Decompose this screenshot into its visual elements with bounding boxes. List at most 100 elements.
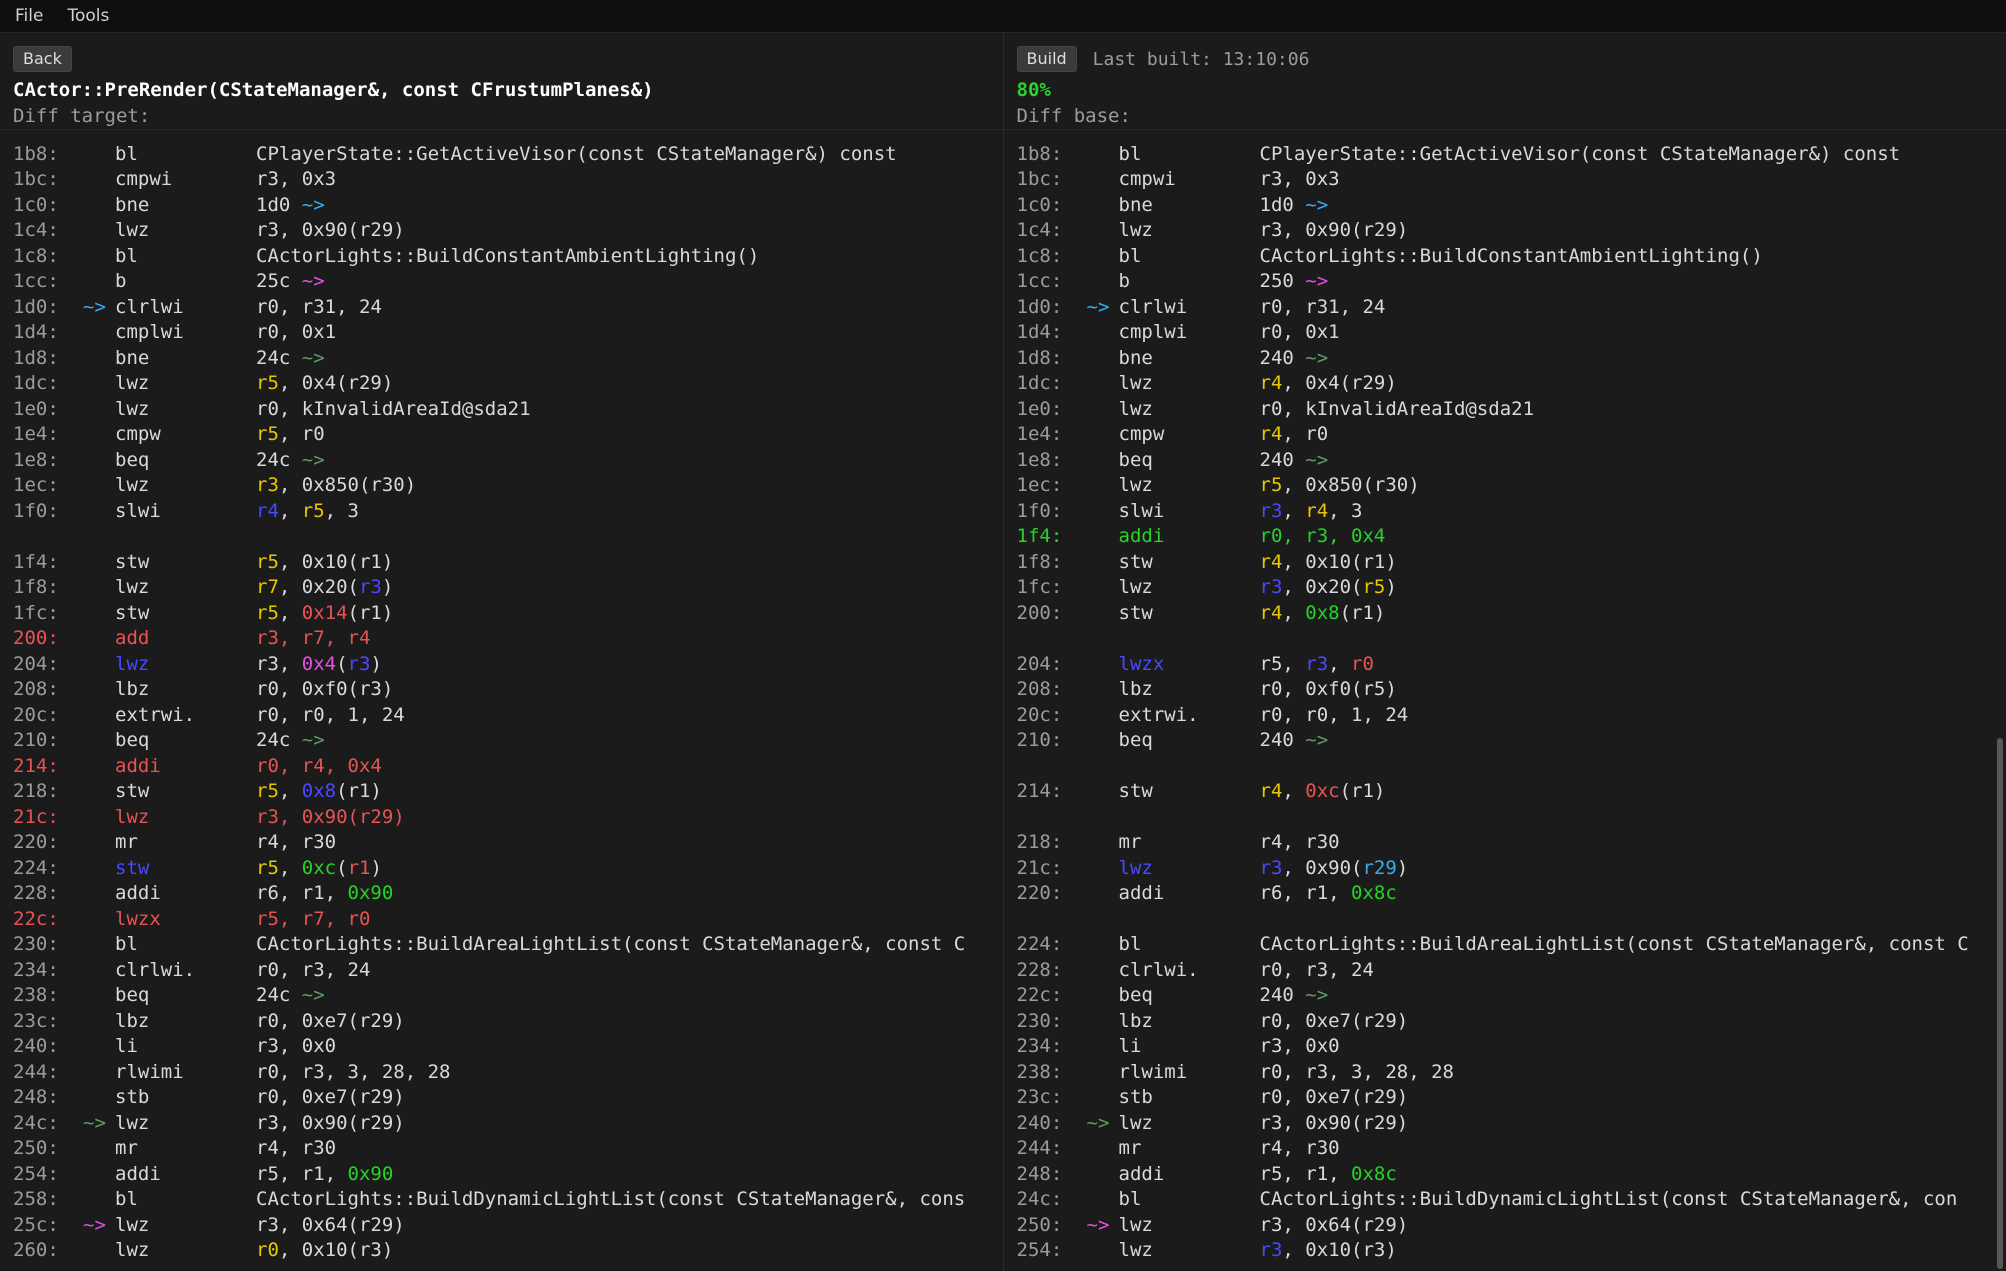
- asm-row[interactable]: 228:clrlwi.r0, r3, 24: [1017, 957, 2006, 983]
- asm-row[interactable]: 1ec:lwzr3, 0x850(r30): [13, 473, 1003, 499]
- build-button[interactable]: Build: [1017, 46, 1077, 72]
- asm-row[interactable]: 1f0:slwir3, r4, 3: [1017, 498, 2006, 524]
- asm-row[interactable]: 1e8:beq24c ~>: [13, 447, 1003, 473]
- asm-row[interactable]: 1dc:lwzr5, 0x4(r29): [13, 371, 1003, 397]
- asm-mnemonic: addi: [1119, 882, 1260, 904]
- asm-address: 1bc:: [13, 168, 83, 190]
- asm-row[interactable]: 1e4:cmpwr4, r0: [1017, 422, 2006, 448]
- asm-row[interactable]: 238:rlwimir0, r3, 3, 28, 28: [1017, 1059, 2006, 1085]
- asm-row[interactable]: 24c:~>lwzr3, 0x90(r29): [13, 1110, 1003, 1136]
- asm-row[interactable]: 224:blCActorLights::BuildAreaLightList(c…: [1017, 932, 2006, 958]
- asm-row[interactable]: 20c:extrwi.r0, r0, 1, 24: [1017, 702, 2006, 728]
- asm-row[interactable]: 1bc:cmpwir3, 0x3: [13, 167, 1003, 193]
- asm-row[interactable]: 250:mrr4, r30: [13, 1136, 1003, 1162]
- asm-row[interactable]: 244:rlwimir0, r3, 3, 28, 28: [13, 1059, 1003, 1085]
- asm-row[interactable]: 228:addir6, r1, 0x90: [13, 881, 1003, 907]
- asm-operand-token: r4: [1260, 780, 1283, 802]
- asm-row[interactable]: 200:addr3, r7, r4: [13, 626, 1003, 652]
- asm-row[interactable]: 1f8:lwzr7, 0x20(r3): [13, 575, 1003, 601]
- asm-row[interactable]: 234:lir3, 0x0: [1017, 1034, 2006, 1060]
- asm-row[interactable]: 1d0:~>clrlwir0, r31, 24: [13, 294, 1003, 320]
- asm-row[interactable]: 244:mrr4, r30: [1017, 1136, 2006, 1162]
- asm-row[interactable]: 208:lbzr0, 0xf0(r5): [1017, 677, 2006, 703]
- asm-row[interactable]: 254:lwzr3, 0x10(r3): [1017, 1238, 2006, 1264]
- asm-row[interactable]: 24c:blCActorLights::BuildDynamicLightLis…: [1017, 1187, 2006, 1213]
- asm-row[interactable]: 214:stwr4, 0xc(r1): [1017, 779, 2006, 805]
- asm-row[interactable]: 1b8:blCPlayerState::GetActiveVisor(const…: [13, 141, 1003, 167]
- asm-row[interactable]: 1e0:lwzr0, kInvalidAreaId@sda21: [1017, 396, 2006, 422]
- asm-row[interactable]: 248:addir5, r1, 0x8c: [1017, 1161, 2006, 1187]
- asm-row[interactable]: 1dc:lwzr4, 0x4(r29): [1017, 371, 2006, 397]
- asm-row[interactable]: 1b8:blCPlayerState::GetActiveVisor(const…: [1017, 141, 2006, 167]
- asm-row[interactable]: 1d8:bne240 ~>: [1017, 345, 2006, 371]
- asm-row[interactable]: 1e4:cmpwr5, r0: [13, 422, 1003, 448]
- asm-row[interactable]: 258:blCActorLights::BuildDynamicLightLis…: [13, 1187, 1003, 1213]
- asm-row[interactable]: 1f0:slwir4, r5, 3: [13, 498, 1003, 524]
- asm-row[interactable]: 1f8:stwr4, 0x10(r1): [1017, 549, 2006, 575]
- asm-row[interactable]: 1d4:cmplwir0, 0x1: [1017, 320, 2006, 346]
- asm-row[interactable]: 1c4:lwzr3, 0x90(r29): [13, 218, 1003, 244]
- asm-row[interactable]: 1f4:stwr5, 0x10(r1): [13, 549, 1003, 575]
- asm-row[interactable]: 210:beq24c ~>: [13, 728, 1003, 754]
- asm-row[interactable]: 250:~>lwzr3, 0x64(r29): [1017, 1212, 2006, 1238]
- asm-row[interactable]: 254:addir5, r1, 0x90: [13, 1161, 1003, 1187]
- asm-row[interactable]: 23c:stbr0, 0xe7(r29): [1017, 1085, 2006, 1111]
- asm-row[interactable]: 1fc:stwr5, 0x14(r1): [13, 600, 1003, 626]
- asm-row[interactable]: 20c:extrwi.r0, r0, 1, 24: [13, 702, 1003, 728]
- asm-operands: r3, r7, r4: [256, 627, 370, 649]
- asm-row[interactable]: 1d8:bne24c ~>: [13, 345, 1003, 371]
- back-button[interactable]: Back: [13, 46, 72, 72]
- asm-row[interactable]: 1d4:cmplwir0, 0x1: [13, 320, 1003, 346]
- asm-operand-token: r5, r7, r0: [256, 908, 370, 930]
- asm-row[interactable]: 204:lwzxr5, r3, r0: [1017, 651, 2006, 677]
- asm-row[interactable]: 1f4:addir0, r3, 0x4: [1017, 524, 2006, 550]
- asm-row[interactable]: 224:stwr5, 0xc(r1): [13, 855, 1003, 881]
- asm-address: 248:: [13, 1086, 83, 1108]
- asm-row[interactable]: 21c:lwzr3, 0x90(r29): [13, 804, 1003, 830]
- asm-row[interactable]: 220:addir6, r1, 0x8c: [1017, 881, 2006, 907]
- asm-row[interactable]: 218:mrr4, r30: [1017, 830, 2006, 856]
- asm-operand-token: r4: [1260, 551, 1283, 573]
- asm-row[interactable]: 1e8:beq240 ~>: [1017, 447, 2006, 473]
- asm-row[interactable]: 1cc:b25c ~>: [13, 269, 1003, 295]
- asm-row[interactable]: 1cc:b250 ~>: [1017, 269, 2006, 295]
- asm-row[interactable]: 1c4:lwzr3, 0x90(r29): [1017, 218, 2006, 244]
- asm-row[interactable]: 220:mrr4, r30: [13, 830, 1003, 856]
- asm-operand-token: r3: [256, 474, 279, 496]
- asm-row[interactable]: 204:lwzr3, 0x4(r3): [13, 651, 1003, 677]
- asm-row[interactable]: 210:beq240 ~>: [1017, 728, 2006, 754]
- asm-address: 234:: [13, 959, 83, 981]
- asm-row[interactable]: 218:stwr5, 0x8(r1): [13, 779, 1003, 805]
- scrollbar-thumb[interactable]: [1997, 738, 2003, 1269]
- asm-row[interactable]: 1c8:blCActorLights::BuildConstantAmbient…: [13, 243, 1003, 269]
- asm-row[interactable]: 234:clrlwi.r0, r3, 24: [13, 957, 1003, 983]
- asm-row[interactable]: 1ec:lwzr5, 0x850(r30): [1017, 473, 2006, 499]
- asm-row[interactable]: 248:stbr0, 0xe7(r29): [13, 1085, 1003, 1111]
- asm-address: 1d8:: [1017, 347, 1087, 369]
- asm-row[interactable]: 1bc:cmpwir3, 0x3: [1017, 167, 2006, 193]
- asm-row[interactable]: 1fc:lwzr3, 0x20(r5): [1017, 575, 2006, 601]
- asm-row[interactable]: 260:lwzr0, 0x10(r3): [13, 1238, 1003, 1264]
- asm-row[interactable]: 230:blCActorLights::BuildAreaLightList(c…: [13, 932, 1003, 958]
- asm-row[interactable]: 22c:lwzxr5, r7, r0: [13, 906, 1003, 932]
- asm-row[interactable]: 240:~>lwzr3, 0x90(r29): [1017, 1110, 2006, 1136]
- asm-operand-token: r0: [256, 1239, 279, 1261]
- asm-operands: CActorLights::BuildDynamicLightList(cons…: [256, 1188, 965, 1210]
- menu-item-file[interactable]: File: [15, 6, 43, 26]
- asm-row[interactable]: 21c:lwzr3, 0x90(r29): [1017, 855, 2006, 881]
- asm-row[interactable]: 1c8:blCActorLights::BuildConstantAmbient…: [1017, 243, 2006, 269]
- asm-row[interactable]: 214:addir0, r4, 0x4: [13, 753, 1003, 779]
- asm-row[interactable]: 208:lbzr0, 0xf0(r3): [13, 677, 1003, 703]
- asm-row[interactable]: 22c:beq240 ~>: [1017, 983, 2006, 1009]
- asm-row[interactable]: 230:lbzr0, 0xe7(r29): [1017, 1008, 2006, 1034]
- asm-row[interactable]: 23c:lbzr0, 0xe7(r29): [13, 1008, 1003, 1034]
- asm-row[interactable]: 240:lir3, 0x0: [13, 1034, 1003, 1060]
- asm-row[interactable]: 1e0:lwzr0, kInvalidAreaId@sda21: [13, 396, 1003, 422]
- asm-row[interactable]: 1c0:bne1d0 ~>: [13, 192, 1003, 218]
- asm-row[interactable]: 200:stwr4, 0x8(r1): [1017, 600, 2006, 626]
- asm-row[interactable]: 238:beq24c ~>: [13, 983, 1003, 1009]
- asm-row[interactable]: 1d0:~>clrlwir0, r31, 24: [1017, 294, 2006, 320]
- asm-row[interactable]: 1c0:bne1d0 ~>: [1017, 192, 2006, 218]
- menu-item-tools[interactable]: Tools: [67, 6, 109, 26]
- asm-row[interactable]: 25c:~>lwzr3, 0x64(r29): [13, 1212, 1003, 1238]
